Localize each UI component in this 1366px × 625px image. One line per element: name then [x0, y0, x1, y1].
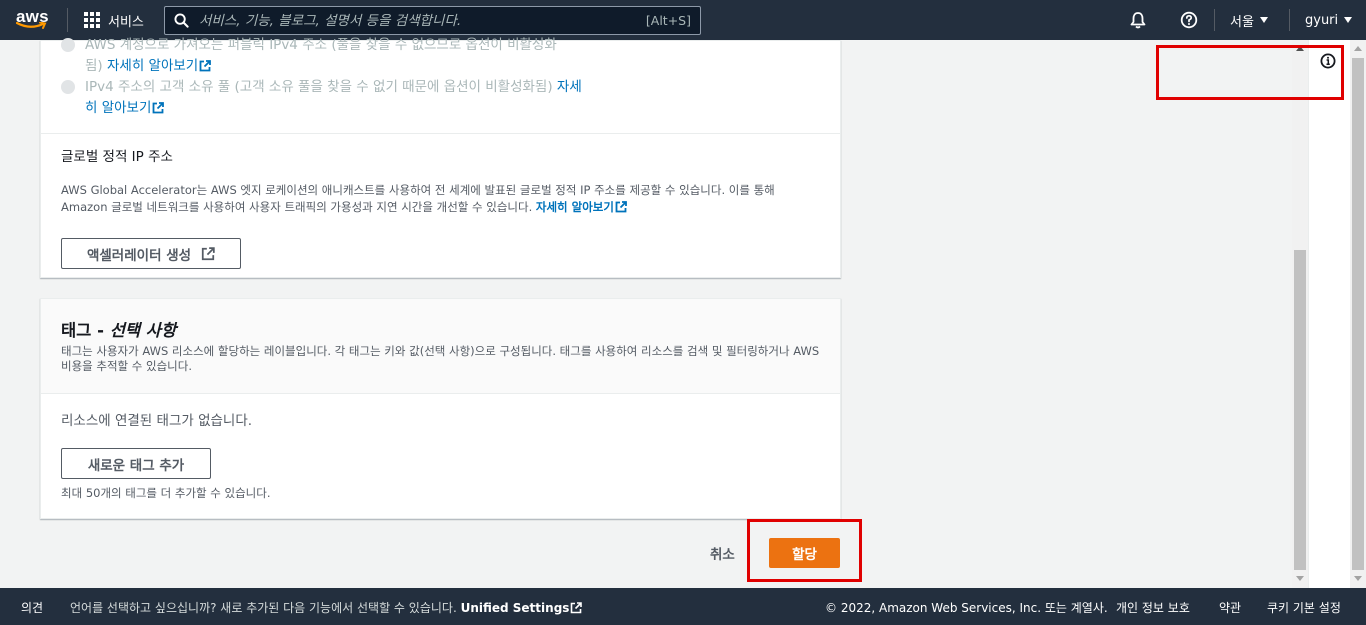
help-icon [1180, 11, 1198, 29]
help-panel-scrollbar-thumb[interactable] [1352, 58, 1364, 570]
option-customer-pool-text: IPv4 주소의 고객 소유 풀 (고객 소유 풀을 찾을 수 없기 때문에 옵… [85, 79, 553, 95]
scroll-up-arrow-icon[interactable] [1354, 46, 1362, 51]
nav-separator [1214, 9, 1215, 31]
top-navigation: aws 서비스 [Alt+S] 서울 [0, 0, 1366, 40]
radio-disabled [61, 80, 75, 94]
cookie-preferences-link[interactable]: 쿠키 기본 설정 [1267, 599, 1341, 616]
services-menu-button[interactable]: 서비스 [84, 9, 144, 31]
ip-address-panel: AWS 계정으로 가져오는 퍼블릭 IPv4 주소 (풀을 찾을 수 없으므로 … [40, 37, 841, 278]
add-tag-button[interactable]: 새로운 태그 추가 [61, 448, 211, 479]
learn-more-link[interactable]: 자세히 알아보기 [536, 200, 627, 214]
caret-down-icon [1259, 17, 1268, 23]
highlight-box [1156, 45, 1344, 100]
search-shortcut: [Alt+S] [645, 13, 691, 28]
divider [41, 133, 840, 134]
search-input[interactable] [199, 12, 646, 29]
nav-separator [1289, 9, 1290, 31]
scroll-down-arrow-icon[interactable] [1296, 576, 1304, 581]
external-link-icon [201, 246, 215, 260]
option-byoip-text-2: 됨) [85, 58, 103, 74]
terms-link[interactable]: 약관 [1219, 599, 1241, 616]
learn-more-link[interactable]: 자세히 알아보기 [107, 58, 212, 74]
region-selector[interactable]: 서울 [1230, 0, 1268, 40]
option-customer-pool: IPv4 주소의 고객 소유 풀 (고객 소유 풀을 찾을 수 없기 때문에 옵… [61, 77, 625, 119]
global-static-ip-description: AWS Global Accelerator는 AWS 엣지 로케이션의 애니캐… [61, 183, 775, 214]
external-link-icon [615, 201, 627, 213]
option-byoip-text: AWS 계정으로 가져오는 퍼블릭 IPv4 주소 (풀을 찾을 수 없으므로 … [85, 37, 557, 53]
global-static-ip-title: 글로벌 정적 IP 주소 [61, 149, 173, 165]
region-label: 서울 [1230, 14, 1254, 30]
tags-header: 태그 - 선택 사항 태그는 사용자가 AWS 리소스에 할당하는 레이블입니다… [41, 299, 840, 394]
services-label: 서비스 [108, 14, 144, 30]
grid-icon [84, 12, 100, 28]
search-icon [174, 13, 189, 28]
help-panel [1308, 40, 1350, 588]
account-menu[interactable]: gyuri [1305, 0, 1353, 40]
option-byoip: AWS 계정으로 가져오는 퍼블릭 IPv4 주소 (풀을 찾을 수 없으므로 … [61, 35, 625, 77]
highlight-box [747, 519, 862, 582]
scroll-down-arrow-icon[interactable] [1354, 576, 1362, 581]
search-bar[interactable]: [Alt+S] [164, 6, 701, 35]
bell-icon [1130, 12, 1146, 29]
tag-limit-text: 최대 50개의 태그를 더 추가할 수 있습니다. [61, 486, 271, 500]
footer: 의견 언어를 선택하고 싶으십니까? 새로 추가된 다음 기능에서 선택할 수 … [0, 588, 1366, 625]
main-scrollbar-thumb[interactable] [1294, 250, 1306, 570]
feedback-link[interactable]: 의견 [21, 599, 43, 616]
aws-smile-icon [16, 22, 47, 29]
tags-panel: 태그 - 선택 사항 태그는 사용자가 AWS 리소스에 할당하는 레이블입니다… [40, 298, 841, 519]
caret-down-icon [1344, 17, 1353, 23]
tags-description: 태그는 사용자가 AWS 리소스에 할당하는 레이블입니다. 각 태그는 키와 … [61, 344, 820, 373]
language-prompt: 언어를 선택하고 싶으십니까? 새로 추가된 다음 기능에서 선택할 수 있습니… [70, 599, 583, 616]
help-button[interactable] [1180, 0, 1198, 40]
no-tags-text: 리소스에 연결된 태그가 없습니다. [61, 413, 253, 429]
radio-disabled [61, 38, 75, 52]
copyright: © 2022, Amazon Web Services, Inc. 또는 계열사… [825, 601, 1108, 615]
external-link-icon [199, 60, 212, 72]
cancel-button[interactable]: 취소 [710, 543, 735, 563]
notifications-button[interactable] [1129, 0, 1147, 40]
external-link-icon [571, 602, 583, 614]
external-link-icon [153, 102, 165, 114]
user-label: gyuri [1305, 12, 1339, 28]
nav-divider [67, 8, 68, 32]
privacy-link[interactable]: 개인 정보 보호 [1116, 599, 1190, 616]
tags-title: 태그 - 선택 사항 [61, 321, 177, 340]
unified-settings-link[interactable]: Unified Settings [461, 601, 583, 615]
create-accelerator-button[interactable]: 액셀러레이터 생성 [61, 238, 241, 269]
aws-logo[interactable]: aws [14, 7, 54, 33]
